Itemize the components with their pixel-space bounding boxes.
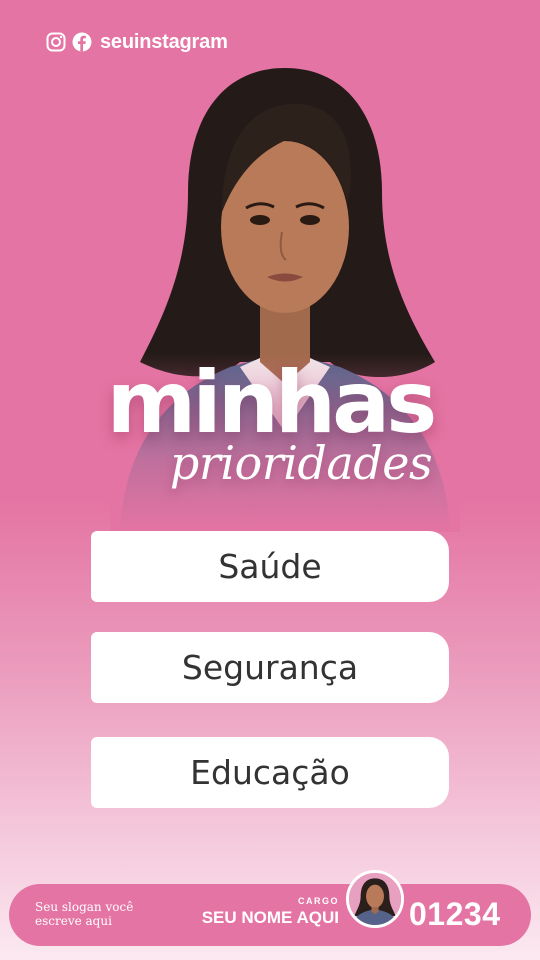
- slogan: Seu slogan você escreve aqui: [35, 900, 134, 929]
- headline: minhas prioridades: [0, 360, 540, 486]
- avatar: [346, 870, 404, 928]
- cargo-label: CARGO: [298, 896, 339, 906]
- candidate-name: SEU NOME AQUI: [201, 908, 339, 927]
- instagram-handle[interactable]: seuinstagram: [100, 31, 228, 54]
- footer-bar: Seu slogan você escreve aqui CARGO SEU N…: [9, 870, 531, 946]
- priority-card-saude[interactable]: Saúde: [91, 531, 449, 602]
- candidate-number: 01234: [409, 896, 501, 932]
- priority-card-educacao[interactable]: Educação: [91, 737, 449, 808]
- headline-main: minhas: [106, 353, 438, 453]
- instagram-icon[interactable]: [46, 32, 66, 52]
- social-bar: seuinstagram: [46, 30, 228, 54]
- priority-card-seguranca[interactable]: Segurança: [91, 632, 449, 703]
- facebook-icon[interactable]: [72, 32, 92, 52]
